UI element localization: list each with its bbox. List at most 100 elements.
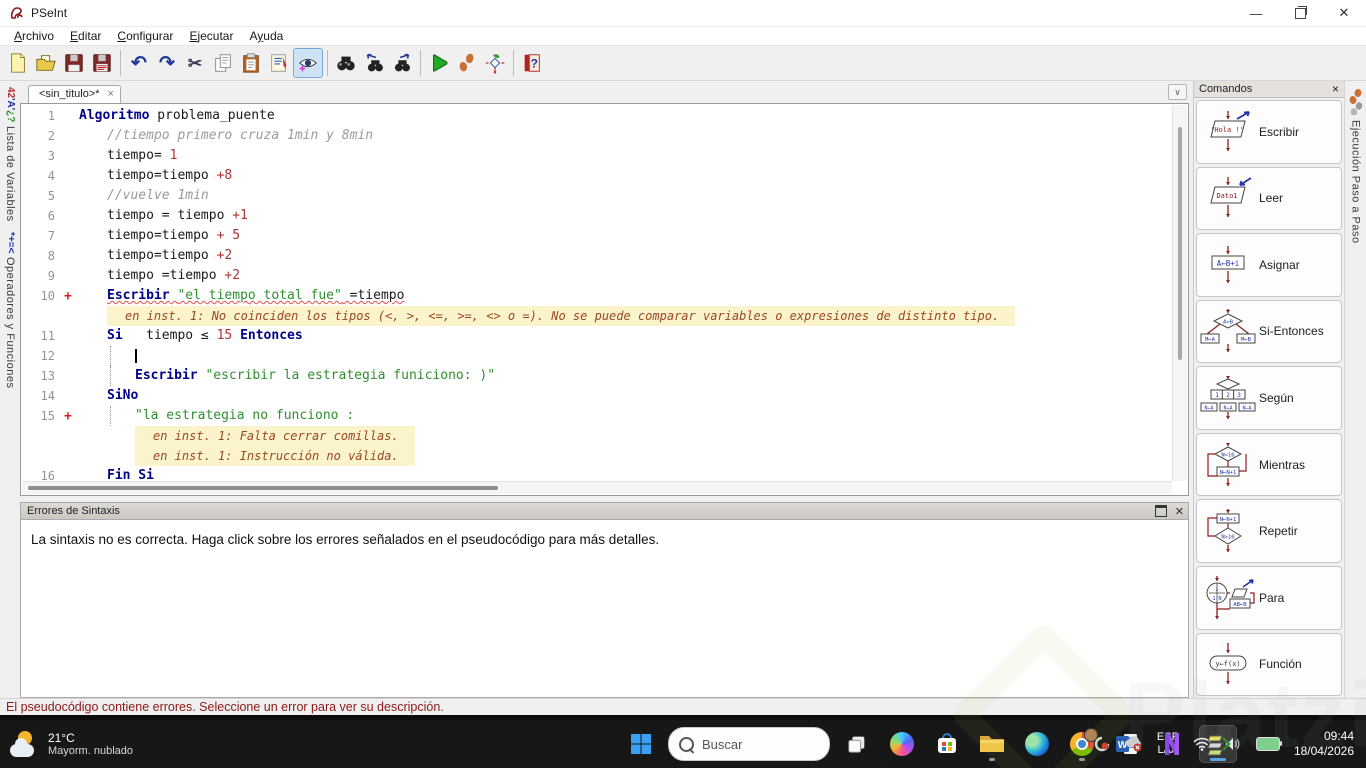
error-fold-marker[interactable]: + <box>64 409 77 424</box>
clock-widget[interactable]: 09:44 18/04/2026 <box>1294 729 1354 759</box>
taskbar-copilot-app[interactable] <box>884 726 920 762</box>
command-asignar-button[interactable]: A←B+i Asignar <box>1196 233 1342 297</box>
command-label: Si-Entonces <box>1259 324 1324 339</box>
vertical-scrollbar[interactable] <box>1172 105 1187 481</box>
restore-button[interactable] <box>1278 0 1322 26</box>
code-row[interactable]: 11 Si tiempo ≤ 15 Entonces <box>21 326 1172 346</box>
tab-list-dropdown[interactable]: ∨ <box>1168 84 1187 100</box>
variables-tab[interactable]: 42'A'¿? Lista de Variables <box>4 87 16 222</box>
variables-tab-label: Lista de Variables <box>4 126 16 222</box>
command-si-entonces-button[interactable]: A>B M←A M←B Si-Entonces <box>1196 299 1342 364</box>
syntax-notes-button[interactable] <box>265 49 293 77</box>
menu-archivo[interactable]: Archivo <box>6 29 62 43</box>
save-all-icon <box>91 52 113 74</box>
close-button[interactable]: ✕ <box>1322 0 1366 26</box>
code-row[interactable]: 7 tiempo=tiempo + 5 <box>21 226 1172 246</box>
code-row[interactable]: 10 + Escribir "el tiempo total fue" =tiemp… <box>21 286 1172 306</box>
code-row[interactable]: 4 tiempo=tiempo +8 <box>21 166 1172 186</box>
command-segun-button[interactable]: 1 2 3 N←A N←A N←A Según <box>1196 366 1342 430</box>
open-file-button[interactable] <box>32 49 60 77</box>
editor-tab[interactable]: <sin_titulo>* × <box>28 85 121 103</box>
taskbar-search[interactable]: Buscar <box>668 727 830 761</box>
code-row[interactable]: 14 SiNo <box>21 386 1172 406</box>
code-line: Escribir "escribir la estrategia funicio… <box>77 366 1172 386</box>
taskbar-store-app[interactable] <box>929 726 965 762</box>
new-file-icon <box>7 52 29 74</box>
pseint-icon <box>1205 732 1231 756</box>
pseint-window: PSeInt — ✕ Archivo Editar Configurar Ejecut… <box>0 0 1366 715</box>
error-annotation[interactable]: en inst. 1: Instrucción no válida. <box>21 446 1172 466</box>
find-prev-button[interactable] <box>360 49 388 77</box>
horizontal-scrollbar-thumb[interactable] <box>28 486 498 490</box>
menu-editar[interactable]: Editar <box>62 29 109 43</box>
new-file-button[interactable] <box>4 49 32 77</box>
svg-text:AB←B: AB←B <box>1233 602 1247 608</box>
menu-configurar[interactable]: Configurar <box>109 29 181 43</box>
toolbar-separator <box>420 50 421 76</box>
operators-tab[interactable]: *+=< Operadores y Funciones <box>4 232 16 389</box>
taskbar-task-view-app[interactable] <box>839 726 875 762</box>
help-button[interactable]: ? <box>518 49 546 77</box>
menu-ejecutar[interactable]: Ejecutar <box>181 29 241 43</box>
code-row[interactable]: 9 tiempo =tiempo +2 <box>21 266 1172 286</box>
battery-icon[interactable] <box>1255 737 1282 751</box>
taskbar-netflix-app[interactable] <box>1154 726 1190 762</box>
command-repetir-button[interactable]: N←N+1 N>10 Repetir <box>1196 499 1342 563</box>
redo-button[interactable]: ↷ <box>153 49 181 77</box>
step-execution-tab[interactable]: Ejecución Paso a Paso <box>1348 89 1364 244</box>
code-editor[interactable]: 1 Algoritmo problema_puente 2 //tiempo prim… <box>20 103 1189 496</box>
cut-button[interactable]: ✂ <box>181 49 209 77</box>
save-all-button[interactable] <box>88 49 116 77</box>
tray-app-icon-record[interactable] <box>1093 735 1111 753</box>
code-row[interactable]: 3 tiempo= 1 <box>21 146 1172 166</box>
para-flowchart-icon: i 1 N AB←B <box>1199 575 1257 621</box>
error-fold-marker[interactable]: + <box>64 289 77 304</box>
code-row[interactable]: 15 + "la estrategia no funciono : <box>21 406 1172 426</box>
error-annotation[interactable]: en inst. 1: Falta cerrar comillas. <box>21 426 1172 446</box>
find-button[interactable] <box>332 49 360 77</box>
run-button[interactable] <box>425 49 453 77</box>
command-mientras-button[interactable]: N<10 N←N+1 Mientras <box>1196 432 1342 497</box>
command-para-button[interactable]: i 1 N AB←B Para <box>1196 565 1342 630</box>
horizontal-scrollbar[interactable] <box>22 481 1172 494</box>
minimize-button[interactable]: — <box>1234 0 1278 26</box>
draw-flowchart-button[interactable] <box>481 49 509 77</box>
tray-app-icon-sync-error[interactable] <box>1125 735 1143 753</box>
run-step-button[interactable] <box>453 49 481 77</box>
svg-text:N←N+1: N←N+1 <box>1220 517 1237 523</box>
weather-widget[interactable]: 21°C Mayorm. nublado <box>10 731 210 758</box>
command-funcion-button[interactable]: y←f(x) Función <box>1196 632 1342 697</box>
command-label: Mientras <box>1259 457 1306 472</box>
vertical-scrollbar-thumb[interactable] <box>1178 127 1182 361</box>
start-icon <box>629 732 653 756</box>
code-row[interactable]: 6 tiempo = tiempo +1 <box>21 206 1172 226</box>
close-panel-icon[interactable]: ✕ <box>1175 505 1184 518</box>
error-annotation[interactable]: en inst. 1: No coinciden los tipos (<, >… <box>21 306 1172 326</box>
tab-close-icon[interactable]: × <box>108 88 114 100</box>
commands-close-icon[interactable]: × <box>1332 82 1339 96</box>
command-escribir-button[interactable]: 'Hola !' Escribir <box>1196 100 1342 164</box>
copy-button[interactable] <box>209 49 237 77</box>
run-icon <box>428 52 450 74</box>
taskbar-start-button[interactable] <box>623 726 659 762</box>
float-panel-icon[interactable] <box>1154 505 1167 517</box>
taskbar-edge-app[interactable] <box>1019 726 1055 762</box>
undo-button[interactable]: ↶ <box>125 49 153 77</box>
inline-error-text: en inst. 1: Falta cerrar comillas. <box>135 426 415 446</box>
command-leer-button[interactable]: Dato1 Leer <box>1196 166 1342 231</box>
code-row[interactable]: 1 Algoritmo problema_puente <box>21 106 1172 126</box>
paste-button[interactable] <box>237 49 265 77</box>
taskbar-explorer-app[interactable] <box>974 726 1010 762</box>
find-next-button[interactable] <box>388 49 416 77</box>
svg-text:1: 1 <box>1215 392 1219 399</box>
auto-syntax-eye-button[interactable] <box>293 48 323 78</box>
taskbar-pseint-app[interactable] <box>1199 725 1237 763</box>
code-row[interactable]: 2 //tiempo primero cruza 1min y 8min <box>21 126 1172 146</box>
save-file-button[interactable] <box>60 49 88 77</box>
weather-temp: 21°C <box>48 730 75 745</box>
code-row[interactable]: 8 tiempo=tiempo +2 <box>21 246 1172 266</box>
menu-ayuda[interactable]: Ayuda <box>241 29 291 43</box>
code-row[interactable]: 13 Escribir "escribir la estrategia funic… <box>21 366 1172 386</box>
code-row[interactable]: 12 <box>21 346 1172 366</box>
code-row[interactable]: 5 //vuelve 1min <box>21 186 1172 206</box>
